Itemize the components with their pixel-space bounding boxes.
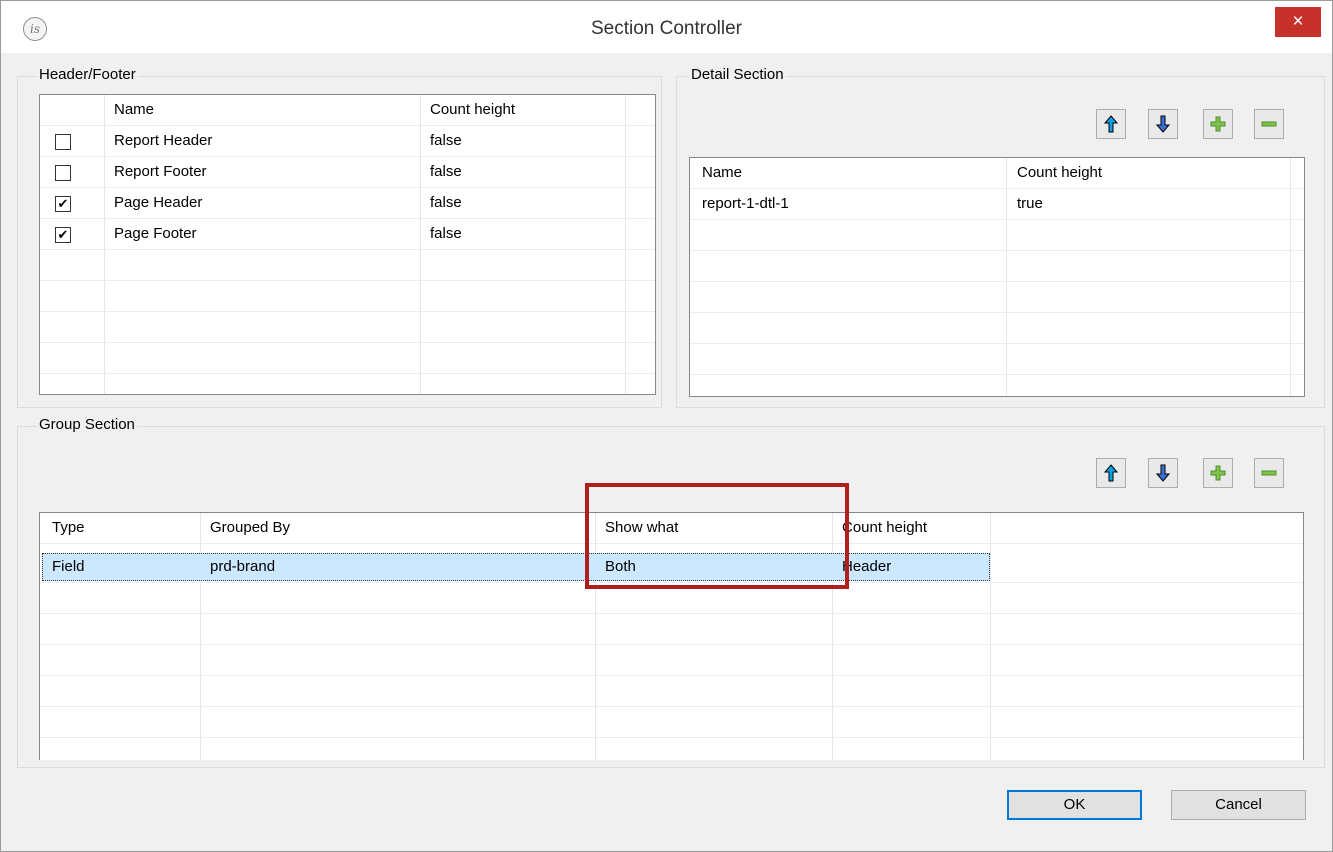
page-header-checkbox[interactable]: ✔ [55,196,71,212]
column-header-grouped-by[interactable]: Grouped By [210,513,290,543]
empty-row [40,707,1303,738]
row-grouped-by: prd-brand [210,558,276,575]
empty-row [40,343,655,374]
minus-icon [1261,470,1277,476]
close-button[interactable]: × [1275,7,1321,37]
cancel-button[interactable]: Cancel [1171,790,1306,820]
empty-row [690,313,1304,344]
table-row[interactable]: ✔ Page Header false [40,188,655,219]
add-button[interactable] [1203,109,1233,139]
table-row[interactable]: Report Footer false [40,157,655,188]
row-count-height: false [430,225,462,242]
plus-icon [1210,116,1226,132]
row-name: Page Header [114,194,203,211]
dialog-content: Header/Footer Name Count height Report H… [9,53,1325,844]
remove-button[interactable] [1254,109,1284,139]
row-type: Field [52,558,85,575]
detail-section-table[interactable]: Name Count height report-1-dtl-1 true [689,157,1305,397]
empty-row [40,250,655,281]
empty-row [40,614,1303,645]
row-name: Report Footer [114,163,207,180]
row-count-height: false [430,194,462,211]
report-footer-checkbox[interactable] [55,165,71,181]
table-row[interactable]: Report Header false [40,126,655,157]
minus-icon [1261,121,1277,127]
group-section-group-label: Group Section [37,416,137,434]
row-count-height: false [430,163,462,180]
column-header-count-height[interactable]: Count height [842,513,927,543]
empty-row [690,251,1304,282]
header-footer-table[interactable]: Name Count height Report Header false Re… [39,94,656,395]
column-header-count-height[interactable]: Count height [430,95,515,125]
move-up-button[interactable] [1096,458,1126,488]
move-up-button[interactable] [1096,109,1126,139]
table-header-row: Name Count height [40,95,655,126]
arrow-up-icon [1103,464,1119,482]
arrow-down-icon [1155,464,1171,482]
section-controller-dialog: is Section Controller × Header/Footer Na… [0,0,1333,852]
column-header-type[interactable]: Type [52,513,85,543]
annotation-highlight-box [585,483,849,589]
window-title: Section Controller [590,18,743,39]
table-row[interactable]: report-1-dtl-1 true [690,189,1304,220]
move-down-button[interactable] [1148,458,1178,488]
ok-button[interactable]: OK [1007,790,1142,820]
header-footer-group-label: Header/Footer [37,66,138,84]
empty-row [40,281,655,312]
move-down-button[interactable] [1148,109,1178,139]
column-header-count-height[interactable]: Count height [1017,158,1102,188]
report-header-checkbox[interactable] [55,134,71,150]
empty-row [690,220,1304,251]
column-header-name[interactable]: Name [114,95,154,125]
remove-button[interactable] [1254,458,1284,488]
row-count-height: false [430,132,462,149]
page-footer-checkbox[interactable]: ✔ [55,227,71,243]
arrow-up-icon [1103,115,1119,133]
empty-row [40,312,655,343]
row-name: Report Header [114,132,213,149]
row-name: report-1-dtl-1 [702,195,789,212]
empty-row [40,676,1303,707]
empty-row [690,282,1304,313]
title-bar: is Section Controller × [1,1,1332,53]
arrow-down-icon [1155,115,1171,133]
table-header-row: Name Count height [690,158,1304,189]
column-header-name[interactable]: Name [702,158,742,188]
detail-section-group-label: Detail Section [689,66,786,84]
add-button[interactable] [1203,458,1233,488]
table-row[interactable]: ✔ Page Footer false [40,219,655,250]
row-count-height: true [1017,195,1043,212]
row-name: Page Footer [114,225,197,242]
row-count-height[interactable]: Header [842,552,891,582]
empty-row [40,645,1303,676]
empty-row [690,344,1304,375]
plus-icon [1210,465,1226,481]
